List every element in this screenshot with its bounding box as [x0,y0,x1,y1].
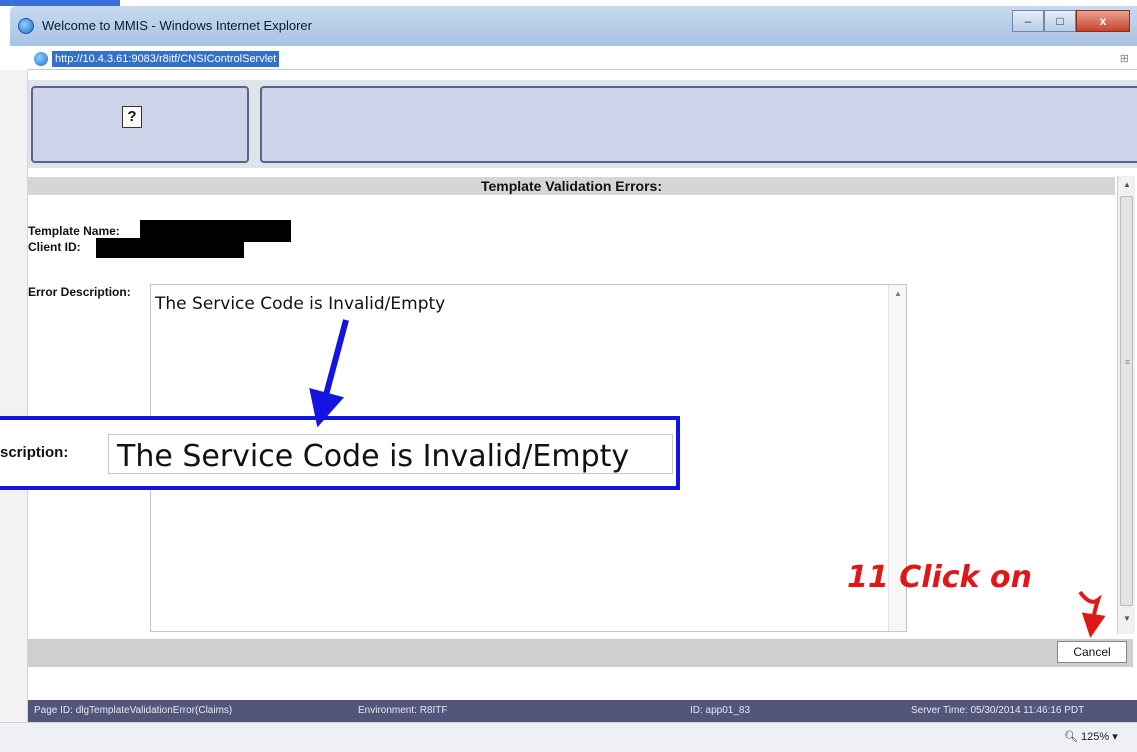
cancel-button[interactable]: Cancel [1057,641,1127,663]
client-id-redaction [96,238,244,258]
dialog-title: Template Validation Errors: [28,177,1115,195]
scrollbar-grip-icon: ≡ [1124,357,1131,367]
app-status-bar: Page ID: dlgTemplateValidationError(Clai… [28,700,1137,722]
window-title: Welcome to MMIS - Windows Internet Explo… [42,18,312,33]
scroll-down-arrow-icon[interactable]: ▼ [1118,614,1136,623]
error-description-label: Error Description: [28,285,131,299]
close-button[interactable]: x [1076,10,1130,32]
minimize-button[interactable]: – [1012,10,1044,32]
ie-logo-icon [18,18,34,34]
help-button[interactable]: ? [122,106,142,128]
window-titlebar: Welcome to MMIS - Windows Internet Explo… [10,6,1137,46]
address-bar[interactable]: http://10.4.3.61:9083/r8itf/CNSIControlS… [28,48,1137,70]
page-scrollbar[interactable]: ▲ ≡ ▼ [1117,176,1135,634]
template-name-label: Template Name: [28,224,120,238]
callout-text: The Service Code is Invalid/Empty [117,439,630,474]
scrollbar-thumb[interactable]: ≡ [1120,196,1133,606]
status-id: ID: app01_83 [690,705,751,716]
screenshot-stage: Welcome to MMIS - Windows Internet Explo… [0,0,1137,752]
zoom-control[interactable]: 🔍︎ 125% ▾ [1064,730,1118,743]
banner-left-panel: ? [31,86,249,163]
banner-right-panel [260,86,1137,163]
status-server-time: Server Time: 05/30/2014 11:46:16 PDT [911,705,1085,716]
address-url[interactable]: http://10.4.3.61:9083/r8itf/CNSIControlS… [52,51,280,67]
step-annotation: 11 Click on [847,560,1032,595]
callout-label: scription: [0,444,69,461]
callout-field: The Service Code is Invalid/Empty [108,434,673,474]
zoom-callout: scription: The Service Code is Invalid/E… [0,416,680,490]
client-id-label: Client ID: [28,240,81,254]
page-favicon-icon [34,52,48,66]
browser-status-bar: 🔍︎ 125% ▾ [0,722,1137,752]
dialog-footer [28,639,1133,667]
error-description-text: The Service Code is Invalid/Empty [155,294,446,314]
maximize-button[interactable]: □ [1044,10,1076,32]
textarea-scroll-up-icon[interactable]: ▲ [889,289,907,298]
left-window-rail [0,70,28,752]
zoom-level: 125% [1081,731,1110,743]
app-banner: ? [28,80,1137,168]
status-page-id: Page ID: dlgTemplateValidationError(Clai… [34,705,233,716]
scroll-up-arrow-icon[interactable]: ▲ [1118,180,1136,189]
step-arrow [1078,590,1106,638]
status-environment: Environment: R8ITF [358,705,448,716]
address-resize-icon: ⊞ [1119,53,1129,65]
